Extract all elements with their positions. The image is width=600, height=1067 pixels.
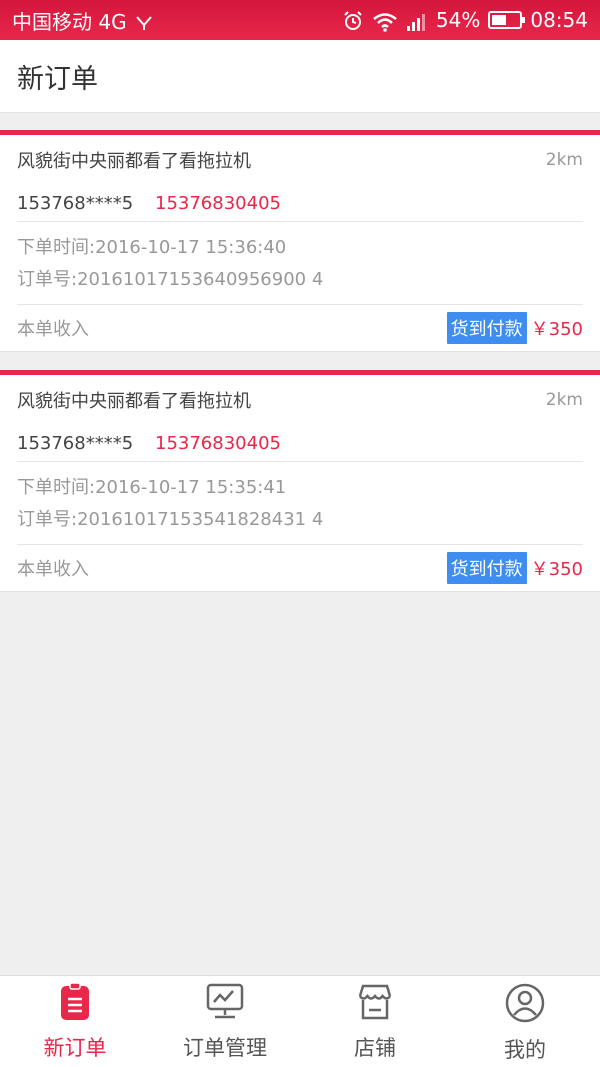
carrier-label: 中国移动 4G [12, 9, 127, 34]
order-price: ￥350 [530, 319, 583, 340]
customer-phone-link[interactable]: 15376830405 [155, 433, 281, 454]
income-label: 本单收入 [17, 559, 89, 580]
order-address: 风貌街中央丽都看了看拖拉机 [17, 151, 251, 172]
wifi-icon [372, 8, 398, 32]
status-bar: 中国移动 4G 54% 08:54 [0, 0, 600, 40]
order-card[interactable]: 风貌街中央丽都看了看拖拉机 2km 153768****5 1537683040… [0, 130, 600, 352]
alarm-icon [342, 8, 364, 33]
customer-phone-masked: 153768****5 [17, 432, 134, 454]
page-header: 新订单 [0, 40, 600, 113]
income-label: 本单收入 [17, 319, 89, 340]
pay-method-badge: 货到付款 [446, 552, 527, 584]
tab-new-order[interactable]: 新订单 [0, 976, 150, 1067]
tab-profile[interactable]: 我的 [450, 976, 600, 1067]
page-title: 新订单 [17, 63, 98, 95]
order-time: 下单时间:2016-10-17 15:35:41 [17, 477, 287, 498]
tab-store[interactable]: 店铺 [300, 976, 450, 1067]
order-price: ￥350 [530, 559, 583, 580]
tab-order-manage[interactable]: 订单管理 [150, 976, 300, 1067]
store-icon [355, 982, 395, 1026]
signal-icon [406, 8, 428, 32]
order-card[interactable]: 风貌街中央丽都看了看拖拉机 2km 153768****5 1537683040… [0, 370, 600, 592]
new-order-icon [57, 982, 93, 1026]
order-list: 风貌街中央丽都看了看拖拉机 2km 153768****5 1537683040… [0, 130, 600, 610]
tab-label: 新订单 [43, 1036, 107, 1060]
tab-label: 订单管理 [183, 1036, 267, 1060]
bottom-tab-bar: 新订单 订单管理 店铺 我的 [0, 975, 600, 1067]
battery-percent: 54% [435, 8, 481, 32]
order-manage-icon [205, 982, 245, 1026]
clock: 08:54 [530, 8, 588, 32]
order-number: 订单号:20161017153541828431 4 [17, 509, 324, 530]
order-time: 下单时间:2016-10-17 15:36:40 [17, 237, 287, 258]
hotspot-icon [135, 8, 153, 32]
tab-label: 我的 [504, 1038, 546, 1062]
customer-phone-masked: 153768****5 [17, 192, 134, 214]
order-address: 风貌街中央丽都看了看拖拉机 [17, 391, 251, 412]
customer-phone-link[interactable]: 15376830405 [155, 193, 281, 214]
pay-method-badge: 货到付款 [446, 312, 527, 344]
order-distance: 2km [545, 390, 583, 410]
tab-label: 店铺 [354, 1036, 396, 1060]
order-number: 订单号:20161017153640956900 4 [17, 269, 324, 290]
battery-icon [488, 11, 526, 29]
profile-icon [504, 982, 546, 1028]
order-distance: 2km [545, 150, 583, 170]
